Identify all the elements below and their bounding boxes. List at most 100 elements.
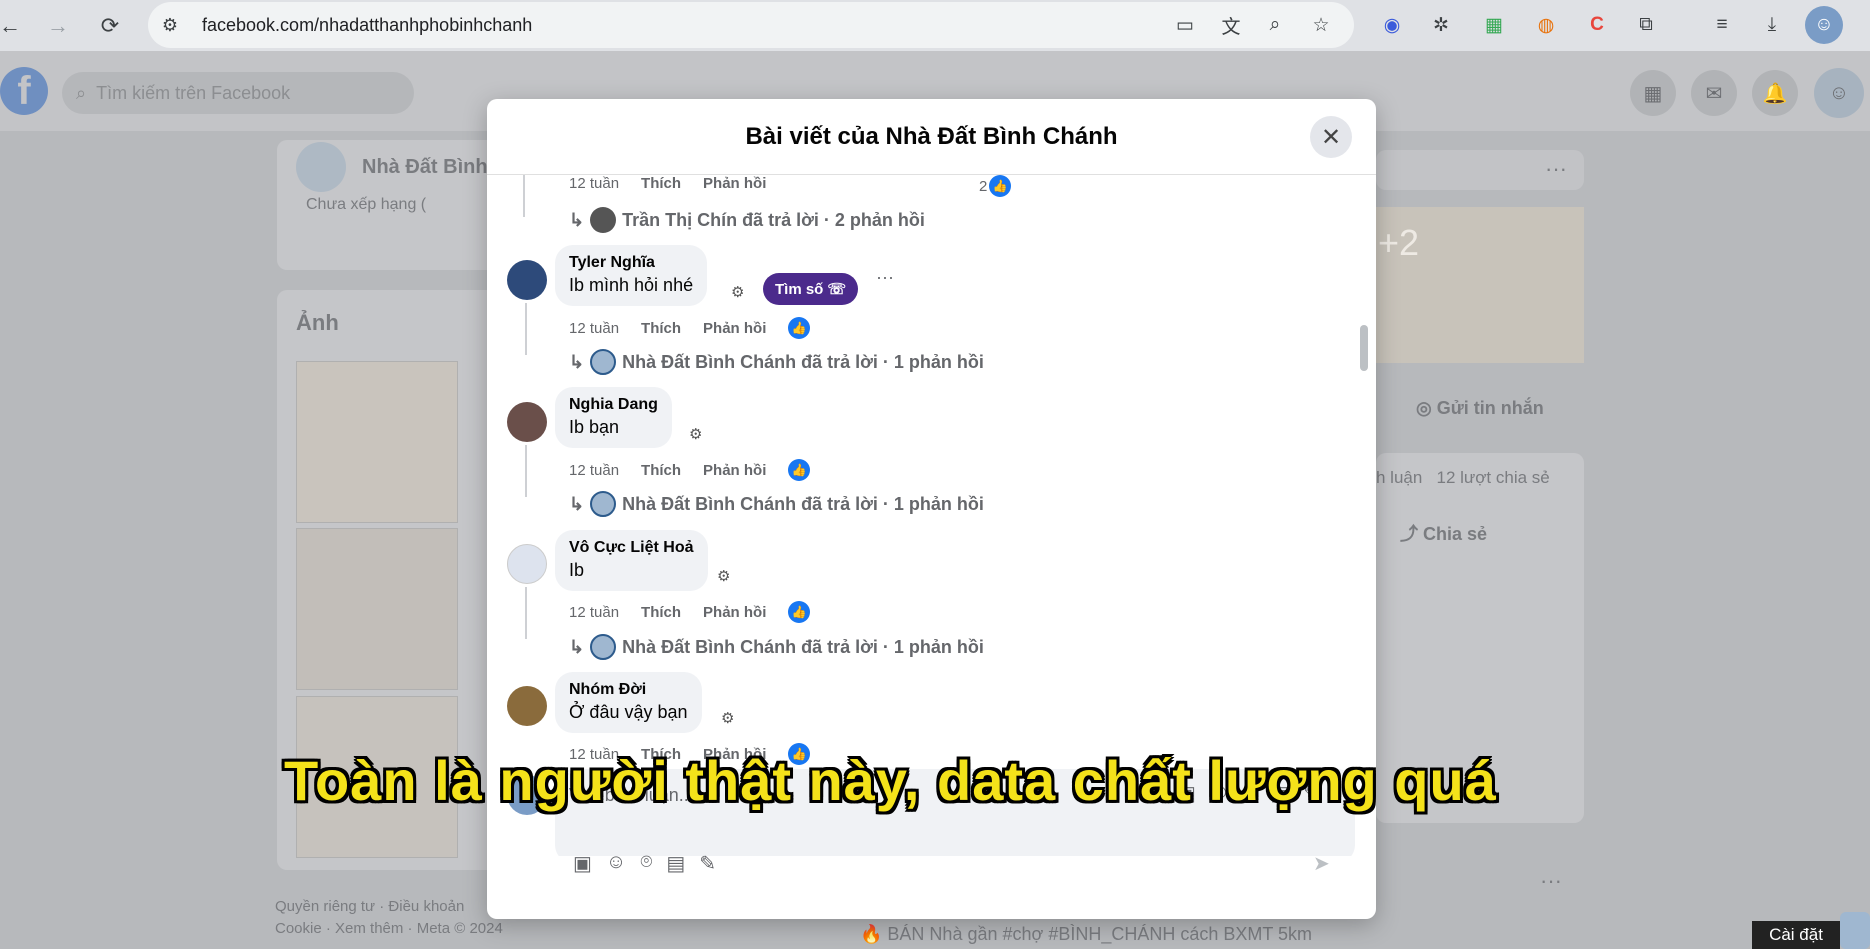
- view-replies-link[interactable]: ↳ Nhà Đất Bình Chánh đã trả lời · 1 phản…: [569, 634, 984, 660]
- avatar[interactable]: [507, 402, 547, 442]
- settings-gear-icon[interactable]: ⚙: [689, 425, 702, 443]
- view-replies-text: Trần Thị Chín đã trả lời · 2 phản hồi: [622, 209, 925, 230]
- extension-q-icon[interactable]: ◉: [1373, 6, 1411, 44]
- comment-text: Ở đâu vậy bạn: [569, 702, 688, 722]
- settings-gear-icon[interactable]: ⚙: [721, 709, 734, 727]
- view-replies-text: Nhà Đất Bình Chánh đã trả lời · 1 phản h…: [622, 636, 984, 657]
- like-link[interactable]: Thích: [641, 175, 681, 192]
- view-replies-text: Nhà Đất Bình Chánh đã trả lời · 1 phản h…: [622, 493, 984, 514]
- dialog-title: Bài viết của Nhà Đất Bình Chánh: [487, 99, 1376, 175]
- messenger-icon[interactable]: ✉: [1691, 70, 1737, 116]
- site-info-icon[interactable]: ⚙: [148, 2, 192, 48]
- reply-link[interactable]: Phản hồi: [703, 462, 766, 479]
- back-icon[interactable]: ←: [0, 0, 30, 51]
- footer-meta[interactable]: Cookie · Xem thêm · Meta © 2024: [275, 920, 503, 937]
- menu-grid-icon[interactable]: ▦: [1630, 70, 1676, 116]
- more-options-icon[interactable]: ···: [1545, 156, 1567, 182]
- page-avatar: [296, 142, 346, 192]
- reply-link[interactable]: Phản hồi: [703, 604, 766, 621]
- comment-author[interactable]: Nhóm Đời: [569, 681, 688, 699]
- profile-avatar[interactable]: ☺: [1805, 6, 1843, 44]
- comment-author[interactable]: Tyler Nghĩa: [569, 254, 693, 272]
- view-replies-link[interactable]: ↳ Trần Thị Chín đã trả lời · 2 phản hồi: [569, 207, 925, 233]
- channel-avatar[interactable]: [1840, 912, 1870, 949]
- comment-options-icon[interactable]: ···: [876, 267, 894, 288]
- reply-link[interactable]: Phản hồi: [703, 175, 766, 192]
- like-count: 2: [979, 177, 988, 195]
- bookmark-star-icon[interactable]: ☆: [1302, 6, 1340, 44]
- reaction-count[interactable]: 2 👍: [979, 175, 1012, 197]
- avatar[interactable]: [507, 544, 547, 584]
- reply-link[interactable]: Phản hồi: [703, 320, 766, 337]
- facebook-logo-icon[interactable]: f: [0, 67, 48, 115]
- reply-arrow-icon: ↳: [569, 351, 585, 372]
- thread-line: [523, 175, 535, 217]
- footer-links[interactable]: Quyền riêng tư · Điều khoản: [275, 898, 464, 915]
- zoom-icon[interactable]: ⌕: [1256, 6, 1294, 44]
- comment-time: 12 tuần: [569, 603, 620, 621]
- reply-arrow-icon: ↳: [569, 209, 585, 230]
- gif-icon[interactable]: ▤: [666, 851, 685, 876]
- account-avatar[interactable]: ☺: [1814, 68, 1864, 118]
- media-queue-icon[interactable]: ≡: [1703, 6, 1741, 44]
- like-badge-icon: 👍: [788, 601, 811, 623]
- facebook-search-input[interactable]: ⌕ Tìm kiếm trên Facebook: [62, 72, 414, 114]
- view-replies-link[interactable]: ↳ Nhà Đất Bình Chánh đã trả lời · 1 phản…: [569, 349, 984, 375]
- url-text: facebook.com/nhadatthanhphobinhchanh: [202, 14, 533, 35]
- comment-meta: 12 tuần Thích Phản hồi 👍: [569, 601, 811, 623]
- camera-icon[interactable]: ⌾: [640, 851, 652, 876]
- comment-author[interactable]: Nghia Dang: [569, 396, 658, 414]
- comment-bubble: Nghia Dang Ib bạn: [555, 387, 672, 448]
- translate-icon[interactable]: 文: [1212, 6, 1250, 44]
- settings-gear-icon[interactable]: ⚙: [731, 283, 744, 301]
- video-subtitle: Toàn là người thật này, data chất lượng …: [284, 749, 1497, 812]
- avatar[interactable]: [507, 260, 547, 300]
- avatar[interactable]: [507, 686, 547, 726]
- comment-meta: 12 tuần Thích Phản hồi 👍: [569, 317, 811, 339]
- replier-avatar: [590, 207, 617, 233]
- reply-arrow-icon: ↳: [569, 636, 585, 657]
- thread-line: [525, 587, 535, 639]
- view-replies-text: Nhà Đất Bình Chánh đã trả lời · 1 phản h…: [622, 351, 984, 372]
- emoji-icon[interactable]: ☺: [606, 851, 626, 876]
- thread-line: [525, 303, 535, 355]
- comment-text: Ib bạn: [569, 417, 620, 437]
- like-link[interactable]: Thích: [641, 320, 681, 337]
- post-snippet-text: BÁN Nhà gần #chợ #BÌNH_CHÁNH cách BXMT 5…: [887, 924, 1313, 944]
- replier-avatar: [590, 491, 617, 517]
- send-icon[interactable]: ➤: [1313, 851, 1330, 876]
- comment-author[interactable]: Vô Cực Liệt Hoả: [569, 539, 694, 557]
- send-message-button[interactable]: ◎ Gửi tin nhắn: [1416, 398, 1544, 419]
- download-icon[interactable]: ⤓: [1753, 6, 1791, 44]
- extension-chrome-icon[interactable]: ◍: [1527, 6, 1565, 44]
- share-button[interactable]: ⤴ Chia sẻ: [1400, 520, 1487, 546]
- comment-text: Ib mình hỏi nhé: [569, 275, 694, 295]
- extension-cs-icon[interactable]: C: [1578, 6, 1616, 44]
- settings-gear-icon[interactable]: ⚙: [717, 567, 730, 585]
- like-link[interactable]: Thích: [641, 604, 681, 621]
- reload-icon[interactable]: ⟳: [90, 0, 130, 51]
- find-number-button[interactable]: Tìm số ☏: [763, 273, 859, 305]
- photo-thumb[interactable]: [296, 361, 458, 523]
- avatar-sticker-icon[interactable]: ▣: [573, 851, 592, 876]
- replier-avatar: [590, 349, 617, 375]
- forward-icon[interactable]: →: [38, 0, 78, 51]
- browser-toolbar: ← → ⟳ ⚙ facebook.com/nhadatthanhphobinhc…: [0, 0, 1870, 51]
- view-replies-link[interactable]: ↳ Nhà Đất Bình Chánh đã trả lời · 1 phản…: [569, 491, 984, 517]
- close-icon[interactable]: ✕: [1310, 116, 1352, 158]
- extension-gear-icon[interactable]: ✲: [1422, 6, 1460, 44]
- comment-meta: 12 tuần Thích Phản hồi 👍: [569, 459, 811, 481]
- extension-google-icon[interactable]: ▦: [1475, 6, 1513, 44]
- comment-time: 12 tuần: [569, 461, 620, 479]
- like-link[interactable]: Thích: [641, 462, 681, 479]
- more-options-icon[interactable]: ···: [1540, 868, 1562, 894]
- extensions-puzzle-icon[interactable]: ⧉: [1627, 6, 1665, 44]
- like-badge-icon: 👍: [788, 317, 811, 339]
- comment-bubble: Nhóm Đời Ở đâu vậy bạn: [555, 672, 702, 733]
- notifications-icon[interactable]: 🔔: [1752, 70, 1798, 116]
- install-app-icon[interactable]: ▭: [1166, 6, 1204, 44]
- scrollbar-thumb[interactable]: [1360, 325, 1368, 371]
- sticker-icon[interactable]: ✎: [699, 851, 716, 876]
- photo-thumb[interactable]: [296, 528, 458, 690]
- composer-tools: ▣ ☺ ⌾ ▤ ✎: [573, 851, 716, 876]
